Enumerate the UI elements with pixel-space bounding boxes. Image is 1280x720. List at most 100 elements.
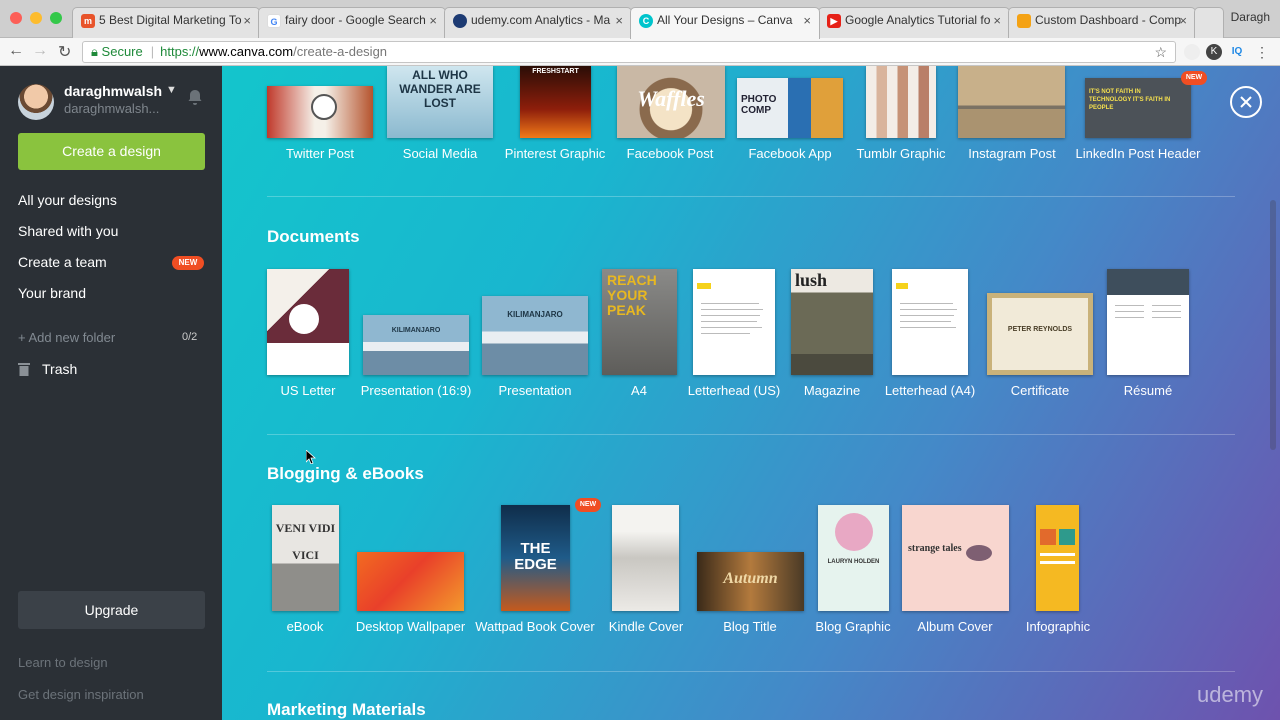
design-thumbnail: strange tales: [902, 505, 1009, 611]
browser-tab-active[interactable]: C All Your Designs – Canva ×: [630, 7, 820, 39]
browser-tab[interactable]: m 5 Best Digital Marketing To ×: [72, 7, 260, 38]
thumbnail-text: FRESHSTART: [532, 68, 579, 75]
bell-icon[interactable]: [186, 88, 204, 106]
design-label: LinkedIn Post Header: [1075, 146, 1201, 161]
add-folder-link[interactable]: + Add new folder: [18, 330, 115, 345]
thumbnail-text: Autumn: [723, 570, 778, 587]
section-divider: [267, 671, 1235, 672]
sidebar-item-shared[interactable]: Shared with you: [18, 223, 118, 239]
design-label: Wattpad Book Cover: [475, 619, 595, 634]
tab-title: Custom Dashboard - Comp: [1035, 13, 1182, 27]
tab-title: udemy.com Analytics - Ma: [471, 13, 611, 27]
back-arrow-icon[interactable]: ←: [8, 42, 24, 60]
avatar[interactable]: [18, 84, 54, 120]
design-thumbnail: [892, 269, 968, 375]
learn-to-design-link[interactable]: Learn to design: [18, 655, 108, 670]
bookmark-star-icon[interactable]: ☆: [1154, 42, 1167, 62]
design-thumbnail: [866, 66, 936, 138]
design-thumbnail: IT'S NOT FAITH IN TECHNOLOGY IT'S FAITH …: [1085, 78, 1191, 138]
section-divider: [267, 196, 1235, 197]
close-tab-icon[interactable]: ×: [243, 13, 251, 28]
new-badge: NEW: [575, 498, 601, 512]
trash-icon: [18, 363, 30, 376]
design-label: Presentation: [498, 383, 572, 398]
chevron-down-icon[interactable]: ▼: [166, 84, 177, 96]
browser-tab-strip: m 5 Best Digital Marketing To × G fairy …: [0, 0, 1280, 39]
upgrade-button[interactable]: Upgrade: [18, 591, 205, 629]
thumbnail-text: strange tales: [908, 543, 962, 554]
browser-profile-name[interactable]: Daragh: [1231, 10, 1270, 24]
thumbnail-text: KILIMANJARO: [507, 310, 563, 319]
design-label: Facebook Post: [626, 146, 714, 161]
username[interactable]: daraghmwalsh: [64, 83, 162, 99]
design-label: Letterhead (A4): [884, 383, 976, 398]
design-thumbnail: PETER REYNOLDS: [987, 293, 1093, 375]
design-thumbnail: [693, 269, 775, 375]
close-tab-icon[interactable]: ×: [993, 13, 1001, 28]
close-tab-icon[interactable]: ×: [429, 13, 437, 28]
browser-menu-icon[interactable]: ⋮: [1254, 44, 1270, 60]
browser-tab[interactable]: ▶ Google Analytics Tutorial fo ×: [818, 7, 1010, 38]
minimize-window-button[interactable]: [30, 12, 42, 24]
design-thumbnail: [267, 269, 349, 375]
forward-arrow-icon[interactable]: →: [32, 42, 48, 60]
browser-tab[interactable]: udemy.com Analytics - Ma ×: [444, 7, 632, 38]
design-label: Instagram Post: [968, 146, 1056, 161]
close-tab-icon[interactable]: ×: [615, 13, 623, 28]
close-tab-icon[interactable]: ×: [1179, 13, 1187, 28]
create-design-button[interactable]: Create a design: [18, 133, 205, 170]
design-thumbnail: [1107, 269, 1189, 375]
tab-title: All Your Designs – Canva: [657, 13, 793, 27]
design-inspiration-link[interactable]: Get design inspiration: [18, 687, 144, 702]
extension-iq-icon[interactable]: IQ: [1229, 44, 1245, 60]
sidebar: daraghmwalsh daraghmwalsh... ▼ Create a …: [0, 66, 222, 720]
design-thumbnail: REACH YOUR PEAK: [602, 269, 677, 375]
extension-k-icon[interactable]: K: [1206, 44, 1222, 60]
thumbnail-text: LAURYN HOLDEN: [827, 559, 880, 565]
design-thumbnail: [612, 505, 679, 611]
analytics-favicon-icon: [1017, 14, 1031, 28]
design-label: Blog Graphic: [815, 619, 891, 634]
new-badge: NEW: [1181, 71, 1207, 85]
address-bar[interactable]: 🔒︎ Secure | https://www.canva.com/create-a…: [82, 41, 1176, 63]
design-label: A4: [631, 383, 647, 398]
section-title-blogging: Blogging & eBooks: [267, 464, 424, 483]
thumbnail-text: REACH YOUR PEAK: [607, 272, 657, 318]
design-label: Pinterest Graphic: [504, 146, 606, 161]
design-thumbnail: KILIMANJARO: [482, 296, 588, 375]
thumbnail-text: ALL WHO WANDER ARE LOST: [399, 68, 481, 110]
browser-tab[interactable]: G fairy door - Google Search ×: [258, 7, 446, 38]
secure-label: Secure: [101, 44, 143, 59]
sidebar-item-all-designs[interactable]: All your designs: [18, 192, 117, 208]
close-tab-icon[interactable]: ×: [803, 13, 811, 28]
design-label: Twitter Post: [286, 146, 354, 161]
url-path: /create-a-design: [293, 44, 388, 59]
new-badge: NEW: [172, 256, 204, 270]
design-thumbnail: KILIMANJARO: [363, 315, 469, 375]
reload-icon[interactable]: ↻: [58, 42, 71, 62]
design-thumbnail: [357, 552, 464, 611]
username-sub: daraghmwalsh...: [64, 101, 160, 116]
scrollbar[interactable]: [1270, 200, 1276, 450]
close-gallery-button[interactable]: [1230, 86, 1262, 118]
maximize-window-button[interactable]: [50, 12, 62, 24]
close-icon: [1240, 96, 1252, 108]
sidebar-item-create-team[interactable]: Create a team: [18, 254, 107, 270]
design-thumbnail: LAURYN HOLDEN: [818, 505, 889, 611]
browser-tab[interactable]: Custom Dashboard - Comp ×: [1008, 7, 1196, 38]
tab-title: fairy door - Google Search: [285, 13, 426, 27]
canva-favicon-icon: C: [639, 14, 653, 28]
design-thumbnail: PHOTO COMP: [737, 78, 843, 138]
thumbnail-text: THE EDGE: [514, 540, 557, 573]
sidebar-item-trash[interactable]: Trash: [42, 361, 77, 377]
design-thumbnail: FRESHSTART: [520, 66, 591, 138]
extension-blank-icon[interactable]: [1184, 44, 1200, 60]
new-tab-button[interactable]: [1194, 7, 1224, 38]
design-thumbnail: [958, 66, 1065, 138]
tab-title: Google Analytics Tutorial fo: [845, 13, 991, 27]
close-window-button[interactable]: [10, 12, 22, 24]
sidebar-item-your-brand[interactable]: Your brand: [18, 285, 86, 301]
thumbnail-text: PETER REYNOLDS: [1007, 326, 1073, 333]
design-label: Certificate: [1010, 383, 1070, 398]
design-label: Infographic: [1025, 619, 1091, 634]
